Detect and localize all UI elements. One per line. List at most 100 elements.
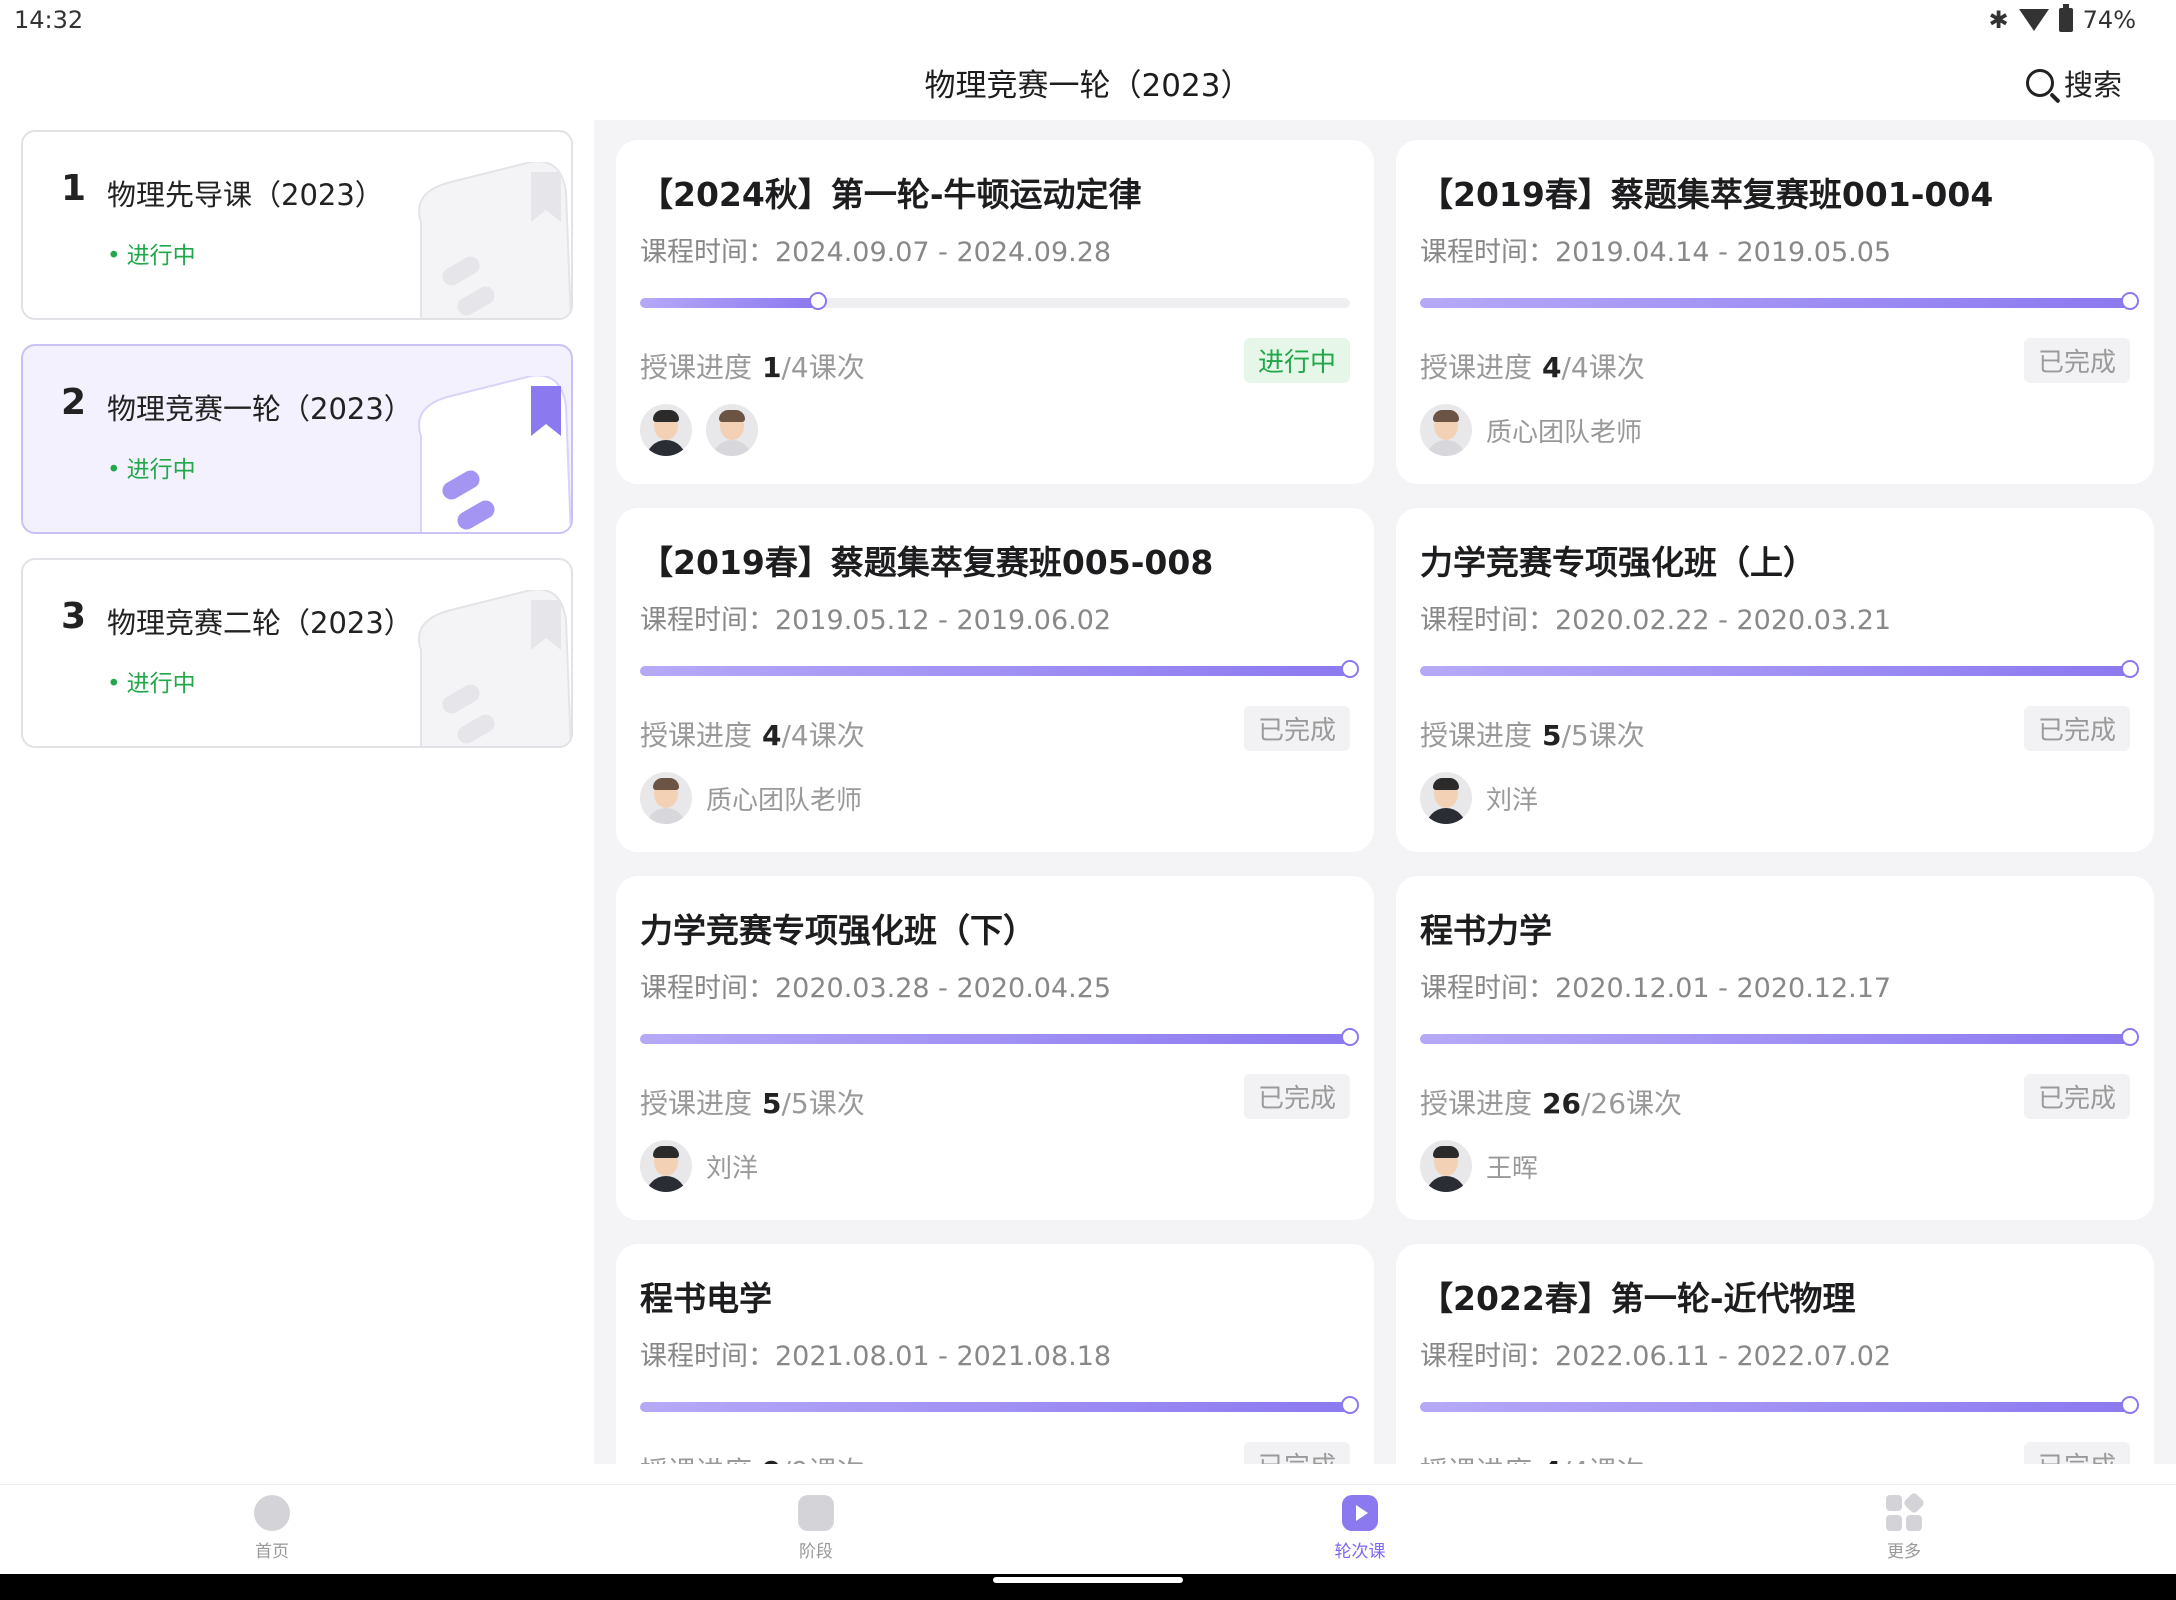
nav-stage[interactable]: 阶段: [756, 1495, 876, 1562]
course-progress: 授课进度4/4课次: [1420, 351, 1645, 384]
nav-label: 更多: [1887, 1542, 1921, 1562]
nav-label: 轮次课: [1334, 1542, 1386, 1562]
course-progress: 授课进度4/4课次: [640, 719, 865, 752]
search-label: 搜索: [2063, 68, 2122, 102]
search-icon: [2025, 69, 2054, 97]
progress-bar: [640, 292, 1350, 310]
teacher-list: 刘洋: [640, 1140, 758, 1192]
nav-more[interactable]: 更多: [1844, 1491, 1964, 1562]
status-time: 14:32: [14, 6, 84, 34]
course-time: 课程时间：2024.09.07 - 2024.09.28: [640, 237, 1112, 268]
avatar: [640, 772, 692, 824]
teacher-list: 质心团队老师: [1420, 404, 1642, 456]
course-card[interactable]: 【2019春】蔡题集萃复赛班001-004 课程时间：2019.04.14 - …: [1396, 140, 2154, 484]
course-time: 课程时间：2022.06.11 - 2022.07.02: [1420, 1341, 1892, 1372]
teacher-list: 王晖: [1420, 1140, 1538, 1192]
progress-bar: [1420, 1028, 2139, 1046]
progress-bar: [640, 660, 1359, 678]
play-icon: [1342, 1495, 1378, 1531]
nav-rounds[interactable]: 轮次课: [1300, 1495, 1420, 1562]
course-card[interactable]: 【2019春】蔡题集萃复赛班005-008 课程时间：2019.05.12 - …: [616, 508, 1374, 852]
status-badge: 已完成: [1243, 706, 1350, 751]
teacher-name: 王晖: [1486, 1153, 1539, 1184]
course-progress: 授课进度 5/5课次: [1420, 719, 1645, 752]
teacher-list: [640, 404, 758, 456]
status-badge: 已完成: [2023, 706, 2130, 751]
course-title: 【2019春】蔡题集萃复赛班001-004: [1420, 175, 1994, 214]
header: 物理竞赛一轮（2023） 搜索: [0, 44, 2176, 120]
avatar: [640, 1140, 692, 1192]
avatar: [1420, 404, 1472, 456]
course-time: 课程时间：2020.02.22 - 2020.03.21: [1420, 605, 1892, 636]
stage-name: 物理竞赛一轮（2023）: [107, 392, 413, 426]
teacher-name: 刘洋: [706, 1153, 759, 1184]
search-button[interactable]: 搜索: [2025, 62, 2122, 104]
course-title: 力学竞赛专项强化班（下）: [640, 911, 1036, 950]
course-title: 程书力学: [1420, 911, 1552, 950]
progress-bar: [1420, 660, 2139, 678]
course-title: 【2022春】第一轮-近代物理: [1420, 1279, 1856, 1318]
home-icon: [254, 1495, 290, 1531]
course-list[interactable]: 【2024秋】第一轮-牛顿运动定律 课程时间：2024.09.07 - 2024…: [594, 120, 2176, 1464]
course-card[interactable]: 【2024秋】第一轮-牛顿运动定律 课程时间：2024.09.07 - 2024…: [616, 140, 1374, 484]
course-progress: 授课进度4/4课次: [1420, 1450, 1645, 1464]
stage-name: 物理竞赛二轮（2023）: [107, 606, 413, 640]
course-progress: 授课进度 26/26课次: [1420, 1087, 1683, 1120]
teacher-name: 刘洋: [1486, 785, 1539, 816]
bookmark-decoration-icon: [418, 590, 571, 746]
course-progress: 授课进度 5/5课次: [640, 1087, 865, 1120]
bluetooth-icon: ✱: [1988, 6, 2009, 34]
teacher-list: 质心团队老师: [640, 772, 862, 824]
stage-item-3[interactable]: 3 物理竞赛二轮（2023） 进行中: [21, 558, 573, 748]
gesture-bar: [0, 1574, 2176, 1600]
course-time: 课程时间：2021.08.01 - 2021.08.18: [640, 1341, 1112, 1372]
course-card[interactable]: 程书电学 课程时间：2021.08.01 - 2021.08.18 授课进度9/…: [616, 1244, 1374, 1464]
battery-percent: 74%: [2082, 6, 2136, 34]
progress-bar: [640, 1396, 1359, 1414]
status-badge: 已完成: [2023, 338, 2130, 383]
teacher-name: 质心团队老师: [706, 785, 863, 816]
stage-number: 3: [61, 596, 87, 637]
course-title: 程书电学: [640, 1279, 772, 1318]
nav-home[interactable]: 首页: [212, 1495, 332, 1562]
bottom-nav: 首页 阶段 轮次课 更多: [0, 1484, 2176, 1575]
stage-item-2[interactable]: 2 物理竞赛一轮（2023） 进行中: [21, 344, 573, 534]
status-badge: 已完成: [1243, 1442, 1350, 1464]
avatar: [1420, 772, 1472, 824]
status-badge: 已完成: [2023, 1442, 2130, 1464]
grid-icon: [1886, 1491, 1926, 1531]
course-time: 课程时间：2019.04.14 - 2019.05.05: [1420, 237, 1892, 268]
avatar: [640, 404, 692, 456]
status-badge: 已完成: [2023, 1074, 2130, 1119]
progress-bar: [1420, 292, 2139, 310]
stage-number: 1: [61, 168, 87, 209]
status-bar: 14:32 ✱ 74%: [0, 0, 2176, 44]
avatar: [1420, 1140, 1472, 1192]
status-badge: 已完成: [1243, 1074, 1350, 1119]
home-indicator[interactable]: [993, 1577, 1183, 1583]
status-badge: 进行中: [1243, 338, 1350, 383]
course-title: 力学竞赛专项强化班（上）: [1420, 543, 1816, 582]
course-progress: 授课进度 1/4课次: [640, 351, 865, 384]
page-title: 物理竞赛一轮（2023）: [924, 68, 1252, 104]
stage-sidebar: 1 物理先导课（2023） 进行中 2 物理竞赛一轮（2023） 进行中 3 物…: [0, 120, 594, 1484]
course-card[interactable]: 力学竞赛专项强化班（下） 课程时间：2020.03.28 - 2020.04.2…: [616, 876, 1374, 1220]
battery-icon: [2058, 4, 2073, 32]
stage-item-1[interactable]: 1 物理先导课（2023） 进行中: [21, 130, 573, 320]
course-title: 【2024秋】第一轮-牛顿运动定律: [640, 175, 1142, 214]
course-title: 【2019春】蔡题集萃复赛班005-008: [640, 543, 1214, 582]
stage-icon: [798, 1495, 834, 1531]
stage-status: 进行中: [107, 236, 196, 270]
course-card[interactable]: 力学竞赛专项强化班（上） 课程时间：2020.02.22 - 2020.03.2…: [1396, 508, 2154, 852]
teacher-name: 质心团队老师: [1486, 417, 1643, 448]
stage-number: 2: [61, 382, 87, 423]
course-card[interactable]: 程书力学 课程时间：2020.12.01 - 2020.12.17 授课进度 26…: [1396, 876, 2154, 1220]
nav-label: 阶段: [799, 1542, 833, 1562]
bookmark-decoration-icon: [418, 376, 571, 532]
course-card[interactable]: 【2022春】第一轮-近代物理 课程时间：2022.06.11 - 2022.0…: [1396, 1244, 2154, 1464]
teacher-list: 刘洋: [1420, 772, 1538, 824]
course-time: 课程时间：2020.03.28 - 2020.04.25: [640, 973, 1112, 1004]
progress-bar: [1420, 1396, 2139, 1414]
course-time: 课程时间：2019.05.12 - 2019.06.02: [640, 605, 1112, 636]
stage-status: 进行中: [107, 450, 196, 484]
